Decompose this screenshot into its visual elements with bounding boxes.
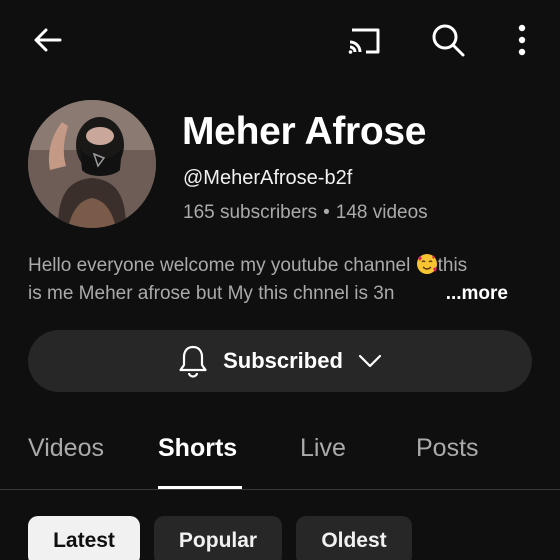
tab-videos[interactable]: Videos <box>28 434 104 463</box>
bell-icon <box>179 345 207 378</box>
more-vert-icon <box>518 24 526 56</box>
smiling-face-with-hearts-icon <box>416 254 437 274</box>
tab-live[interactable]: Live <box>300 434 346 463</box>
description-text-2: is me Meher afrose but My this chnnel is… <box>28 283 395 304</box>
description-text-1: Hello everyone welcome my youtube channe… <box>28 255 411 276</box>
channel-tabs: Videos Shorts Live Posts <box>0 420 560 490</box>
subscribed-label: Subscribed <box>223 348 343 373</box>
back-arrow-icon <box>34 28 62 52</box>
active-tab-indicator <box>158 486 242 489</box>
channel-avatar[interactable] <box>28 100 156 228</box>
channel-handle: @MeherAfrose-b2f <box>183 167 353 189</box>
more-link[interactable]: ...more <box>395 280 508 308</box>
channel-stats: 165 subscribers • 148 videos <box>183 202 428 224</box>
search-icon <box>432 24 465 57</box>
description-line-1: Hello everyone welcome my youtube channe… <box>28 252 528 280</box>
search-button[interactable] <box>426 18 470 62</box>
chip-latest[interactable]: Latest <box>28 516 140 560</box>
avatar-image <box>28 100 156 228</box>
back-button[interactable] <box>26 18 70 62</box>
stats-separator: • <box>323 202 330 223</box>
top-app-bar <box>0 0 560 80</box>
subscribed-button[interactable]: Subscribed <box>28 330 532 392</box>
tab-posts[interactable]: Posts <box>416 434 479 463</box>
subscriber-count: 165 subscribers <box>183 202 318 223</box>
channel-name: Meher Afrose <box>182 110 427 153</box>
chevron-down-icon <box>358 354 382 368</box>
video-count: 148 videos <box>335 202 428 223</box>
description-text-1-end: this <box>437 255 468 276</box>
cast-button[interactable] <box>340 18 388 62</box>
sort-chips: Latest Popular Oldest <box>0 516 560 560</box>
tab-shorts[interactable]: Shorts <box>158 434 237 463</box>
channel-description[interactable]: Hello everyone welcome my youtube channe… <box>28 252 528 308</box>
cast-icon <box>348 28 380 54</box>
chip-popular[interactable]: Popular <box>154 516 282 560</box>
more-options-button[interactable] <box>500 18 544 62</box>
chip-oldest[interactable]: Oldest <box>296 516 412 560</box>
